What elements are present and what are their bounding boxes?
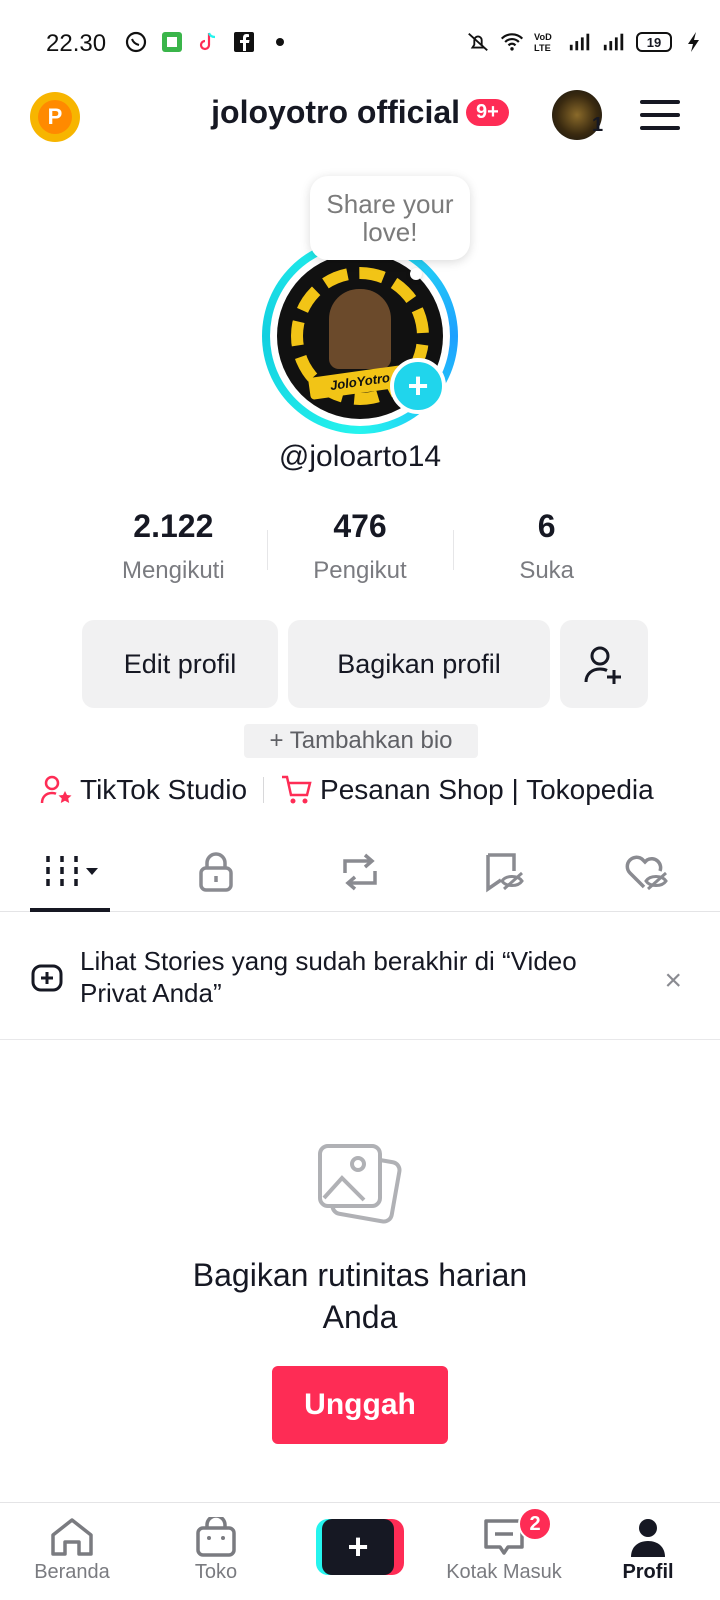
add-story-button[interactable]: + [390, 358, 446, 414]
upload-button[interactable]: Unggah [272, 1366, 448, 1444]
stat-value: 2.122 [133, 508, 214, 544]
link-divider [263, 777, 265, 803]
tab-saved[interactable] [432, 832, 576, 911]
user-star-icon [40, 775, 72, 804]
battery-icon: 19 [636, 32, 672, 52]
nav-inbox[interactable]: 2 Kotak Masuk [432, 1503, 576, 1600]
stat-label: Suka [519, 557, 575, 584]
stat-following[interactable]: 2.122 Mengikuti [80, 508, 267, 598]
stat-followers[interactable]: 476 Pengikut [266, 508, 454, 598]
menu-icon[interactable] [640, 100, 680, 130]
stat-likes[interactable]: 6 Suka [453, 508, 640, 598]
svg-text:LTE: LTE [534, 43, 551, 53]
signal-1-icon [568, 30, 592, 54]
account-switcher[interactable]: joloyotro official 9+ [0, 94, 720, 131]
tiktok-studio-link[interactable]: TikTok Studio [40, 774, 247, 806]
nav-profile[interactable]: Profil [576, 1503, 720, 1600]
system-indicators: VoD LTE 19 [466, 30, 706, 54]
lock-icon [199, 851, 233, 892]
username: @joloarto14 [278, 440, 442, 473]
share-love-bubble[interactable]: Share your love! [310, 176, 470, 260]
account-title: joloyotro official [211, 94, 461, 130]
stat-label: Pengikut [313, 557, 407, 584]
profile-icon [631, 1519, 665, 1557]
empty-state-line-2: Anda [322, 1299, 398, 1335]
home-icon [51, 1518, 93, 1556]
shopping-bag-icon [196, 1517, 236, 1557]
shop-orders-link[interactable]: Pesanan Shop | Tokopedia [280, 774, 654, 806]
add-bio-button[interactable]: + Tambahkan bio [244, 724, 478, 758]
nav-create[interactable]: + [288, 1503, 432, 1600]
tiktok-studio-label: TikTok Studio [80, 774, 248, 805]
stories-banner-text: Lihat Stories yang sudah berakhir di “Vi… [80, 945, 577, 1008]
status-time: 22.30 [46, 30, 107, 57]
nav-profile-label: Profil [622, 1561, 674, 1583]
saved-hidden-icon [486, 852, 524, 892]
nav-shop-label: Toko [194, 1561, 238, 1583]
facebook-icon [232, 30, 256, 54]
tab-liked[interactable] [576, 832, 720, 911]
photos-icon [318, 1144, 402, 1224]
create-button[interactable]: + [316, 1519, 404, 1575]
stat-value: 476 [333, 508, 387, 544]
empty-state-text: Bagikan rutinitas harian Anda [0, 1254, 720, 1338]
profile-actions: Edit profil Bagikan profil [82, 620, 648, 708]
grid-icon [46, 855, 98, 886]
repost-icon [343, 853, 377, 890]
wifi-icon [500, 30, 524, 54]
story-plus-icon [31, 964, 63, 991]
profile-links: TikTok Studio Pesanan Shop | Tokopedia [40, 774, 690, 806]
add-friends-button[interactable] [560, 620, 648, 708]
empty-state-line-1: Bagikan rutinitas harian [192, 1257, 528, 1293]
bubble-tail [410, 268, 422, 280]
shop-orders-label: Pesanan Shop | Tokopedia [320, 774, 654, 805]
liked-hidden-icon [625, 855, 668, 890]
profile-stats: 2.122 Mengikuti 476 Pengikut 6 Suka [80, 508, 640, 598]
nav-home[interactable]: Beranda [0, 1503, 144, 1600]
content-tabs [0, 832, 720, 912]
more-notifications-dot-icon [268, 30, 292, 54]
avatar-figure [329, 289, 391, 369]
edit-profile-button[interactable]: Edit profil [82, 620, 278, 708]
tab-videos[interactable] [0, 832, 144, 912]
friends-count: 1 [592, 114, 604, 136]
share-profile-button[interactable]: Bagikan profil [288, 620, 550, 708]
svg-text:VoD: VoD [534, 32, 552, 42]
whatsapp-icon [124, 30, 148, 54]
cart-icon [282, 775, 312, 804]
stat-value: 6 [537, 508, 556, 544]
volte-icon: VoD LTE [534, 30, 558, 54]
app-notification-icon [160, 30, 184, 54]
inbox-badge: 2 [518, 1507, 552, 1541]
nav-home-label: Beranda [34, 1561, 110, 1583]
mute-icon [466, 30, 490, 54]
tiktok-icon [196, 30, 220, 54]
notification-icons [124, 30, 292, 54]
signal-2-icon [602, 30, 626, 54]
nav-shop[interactable]: Toko [144, 1503, 288, 1600]
close-icon[interactable]: × [664, 964, 682, 998]
profile-header: P joloyotro official 9+ 1 [0, 86, 720, 146]
add-user-icon [584, 646, 621, 684]
nav-inbox-label: Kotak Masuk [446, 1561, 562, 1583]
tab-private[interactable] [144, 832, 288, 911]
tab-reposts[interactable] [288, 832, 432, 911]
create-plus-icon: + [322, 1519, 394, 1575]
notification-badge: 9+ [466, 99, 509, 126]
charging-bolt-icon [682, 30, 706, 54]
status-bar: 22.30 VoD LTE 19 [0, 0, 720, 80]
stories-banner[interactable]: Lihat Stories yang sudah berakhir di “Vi… [0, 914, 720, 1040]
stat-label: Mengikuti [121, 557, 225, 584]
bottom-nav: Beranda Toko + 2 Kotak Masuk Profil [0, 1502, 720, 1600]
